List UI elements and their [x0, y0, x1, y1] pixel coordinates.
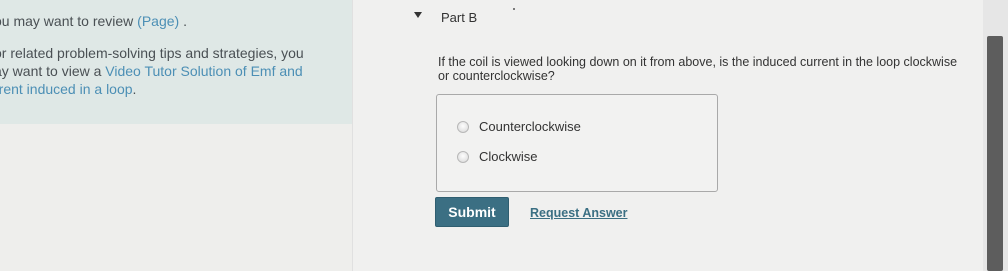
tips-line-1: or related problem-solving tips and stra… — [0, 45, 304, 61]
review-tip-box: ou may want to review (Page) . or relate… — [0, 0, 352, 124]
tips-line-2-prefix: ay want to view a — [0, 63, 106, 79]
review-line: ou may want to review (Page) . — [0, 13, 187, 29]
video-tutor-link-continued[interactable]: rrent induced in a loop — [0, 81, 133, 97]
tips-line-2: ay want to view a Video Tutor Solution o… — [0, 62, 304, 80]
part-title: Part B — [441, 10, 478, 25]
review-suffix: . — [179, 13, 187, 29]
option-counterclockwise-label: Counterclockwise — [479, 119, 581, 134]
scrollbar[interactable] — [983, 0, 1008, 271]
radio-counterclockwise[interactable] — [457, 120, 469, 133]
request-answer-link[interactable]: Request Answer — [530, 206, 627, 220]
tips-line-3-suffix: . — [132, 81, 137, 97]
tips-paragraph: or related problem-solving tips and stra… — [0, 44, 304, 98]
option-clockwise[interactable]: Clockwise — [457, 149, 538, 164]
review-page-link[interactable]: (Page) — [137, 13, 179, 29]
option-counterclockwise[interactable]: Counterclockwise — [457, 119, 581, 134]
tips-line-3: rrent induced in a loop. — [0, 80, 304, 98]
video-tutor-link[interactable]: Video Tutor Solution of Emf and — [105, 63, 302, 79]
option-clockwise-label: Clockwise — [479, 149, 538, 164]
dot-mark — [513, 8, 515, 10]
collapse-caret-icon[interactable] — [414, 12, 422, 18]
answer-options-box: Counterclockwise Clockwise — [436, 94, 718, 192]
scrollbar-thumb[interactable] — [987, 36, 1003, 271]
review-prefix: ou may want to review — [0, 13, 138, 29]
question-text: If the coil is viewed looking down on it… — [438, 55, 958, 83]
submit-button[interactable]: Submit — [435, 197, 509, 227]
radio-clockwise[interactable] — [457, 150, 469, 163]
left-panel: ou may want to review (Page) . or relate… — [0, 0, 352, 271]
